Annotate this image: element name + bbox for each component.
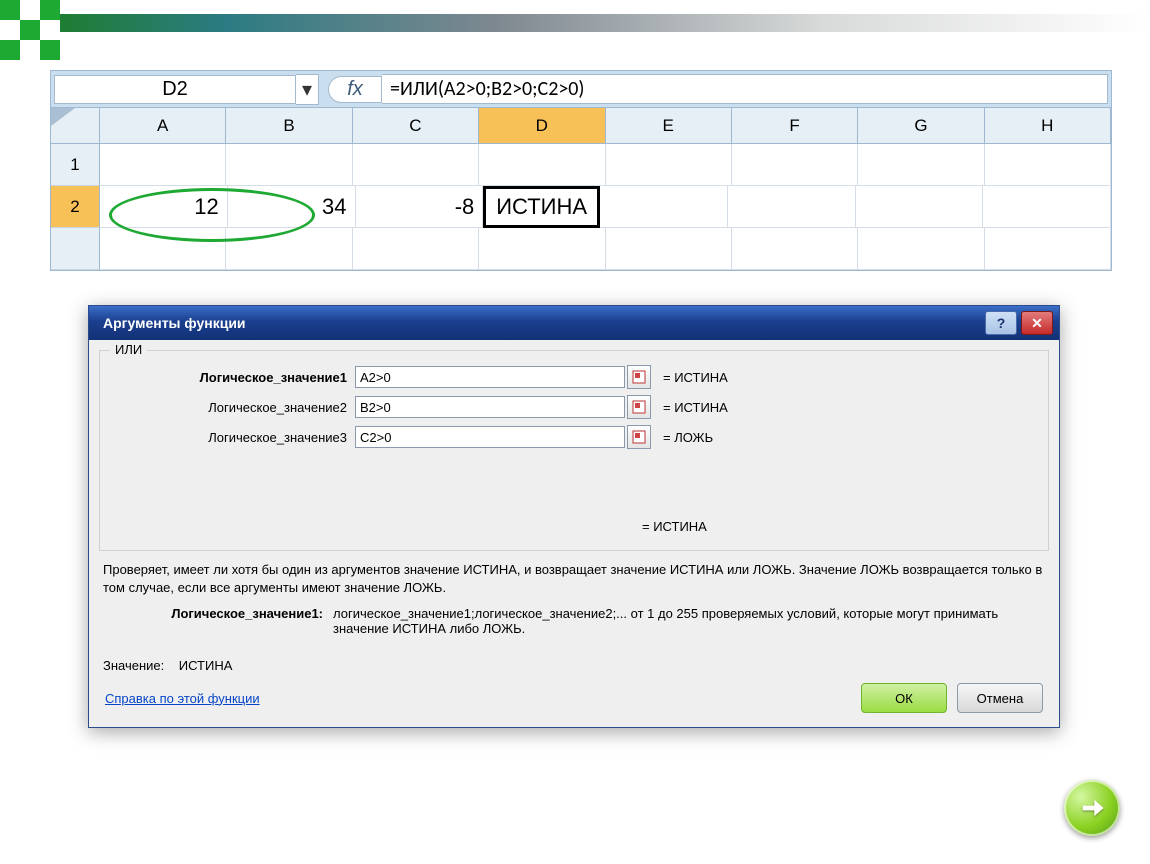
deco-square — [40, 0, 60, 20]
cell[interactable] — [226, 228, 352, 270]
hint-text: логическое_значение1;логическое_значение… — [333, 606, 1045, 636]
cell[interactable] — [732, 144, 858, 186]
col-header[interactable]: E — [606, 108, 732, 144]
cell[interactable] — [606, 144, 732, 186]
grid: 1 2 12 34 -8 ИСТИНА — [51, 144, 1111, 270]
cell[interactable] — [100, 228, 226, 270]
deco-square — [0, 40, 20, 60]
cell[interactable] — [856, 186, 984, 228]
row: 1 — [51, 144, 1111, 186]
col-header[interactable]: H — [985, 108, 1111, 144]
cell[interactable] — [985, 228, 1111, 270]
cell[interactable] — [732, 228, 858, 270]
argument-input[interactable] — [355, 426, 625, 448]
cell[interactable] — [728, 186, 856, 228]
cell-C2[interactable]: -8 — [356, 186, 484, 228]
fx-icon: fx — [335, 78, 375, 101]
argument-input[interactable] — [355, 366, 625, 388]
row-header[interactable] — [51, 228, 100, 270]
cell[interactable] — [985, 144, 1111, 186]
cell-A2[interactable]: 12 — [100, 186, 228, 228]
argument-row: Логическое_значение3 = ЛОЖЬ — [112, 425, 1036, 449]
function-name: ИЛИ — [110, 342, 147, 357]
argument-label: Логическое_значение3 — [112, 430, 355, 445]
arrow-right-icon — [1078, 794, 1106, 822]
column-headers: A B C D E F G H — [51, 108, 1111, 144]
row-header[interactable]: 1 — [51, 144, 100, 186]
cell[interactable] — [226, 144, 352, 186]
cell[interactable] — [100, 144, 226, 186]
range-selector-icon — [632, 400, 646, 414]
value: ИСТИНА — [179, 658, 233, 673]
close-button[interactable]: ✕ — [1021, 311, 1053, 335]
dialog-body: ИЛИ Логическое_значение1 = ИСТИНА Логиче… — [99, 350, 1049, 551]
argument-row: Логическое_значение1 = ИСТИНА — [112, 365, 1036, 389]
value-row: Значение: ИСТИНА — [103, 658, 1045, 673]
name-box[interactable]: D2 — [54, 75, 296, 104]
select-all-corner[interactable] — [51, 108, 100, 144]
function-help-link[interactable]: Справка по этой функции — [105, 691, 260, 706]
cell[interactable] — [858, 144, 984, 186]
cell[interactable] — [606, 228, 732, 270]
cell[interactable] — [983, 186, 1111, 228]
fx-button[interactable]: fx — [328, 76, 382, 103]
hint-label: Логическое_значение1: — [103, 606, 333, 636]
argument-eval: = ИСТИНА — [663, 370, 728, 385]
formula-input[interactable]: =ИЛИ(A2>0;B2>0;C2>0) — [382, 74, 1108, 104]
help-icon: ? — [997, 315, 1006, 331]
col-header[interactable]: G — [858, 108, 984, 144]
cancel-button[interactable]: Отмена — [957, 683, 1043, 713]
formula-bar: D2 ▾ fx =ИЛИ(A2>0;B2>0;C2>0) — [51, 71, 1111, 108]
col-header[interactable]: D — [479, 108, 605, 144]
spreadsheet-panel: D2 ▾ fx =ИЛИ(A2>0;B2>0;C2>0) A B C D E F… — [50, 70, 1112, 271]
ok-button[interactable]: ОК — [861, 683, 947, 713]
cell[interactable] — [600, 186, 728, 228]
range-selector-icon — [632, 430, 646, 444]
deco-square — [40, 40, 60, 60]
next-slide-button[interactable] — [1064, 780, 1120, 836]
argument-label: Логическое_значение2 — [112, 400, 355, 415]
col-header[interactable]: B — [226, 108, 352, 144]
argument-label: Логическое_значение1 — [112, 370, 355, 385]
row: 2 12 34 -8 ИСТИНА — [51, 186, 1111, 228]
help-button[interactable]: ? — [985, 311, 1017, 335]
cell-D2[interactable]: ИСТИНА — [483, 186, 600, 228]
deco-square — [0, 0, 20, 20]
argument-eval: = ЛОЖЬ — [663, 430, 713, 445]
col-header[interactable]: A — [100, 108, 226, 144]
range-selector-icon — [632, 370, 646, 384]
name-box-dropdown[interactable]: ▾ — [296, 74, 319, 105]
cancel-label: Отмена — [977, 691, 1024, 706]
cell[interactable] — [353, 228, 479, 270]
col-header[interactable]: C — [353, 108, 479, 144]
dialog-title: Аргументы функции — [103, 315, 246, 331]
deco-square — [20, 20, 40, 40]
dialog-footer: Справка по этой функции ОК Отмена — [89, 679, 1059, 727]
range-selector-button[interactable] — [627, 395, 651, 419]
argument-hint: Логическое_значение1: логическое_значени… — [103, 606, 1045, 636]
cell[interactable] — [858, 228, 984, 270]
function-description: Проверяет, имеет ли хотя бы один из аргу… — [103, 561, 1045, 596]
cell[interactable] — [353, 144, 479, 186]
cell-B2[interactable]: 34 — [228, 186, 356, 228]
ok-label: ОК — [895, 691, 913, 706]
argument-input[interactable] — [355, 396, 625, 418]
row — [51, 228, 1111, 270]
result: = ИСТИНА — [642, 519, 1036, 534]
row-header[interactable]: 2 — [51, 186, 100, 228]
cell[interactable] — [479, 228, 605, 270]
dialog-titlebar[interactable]: Аргументы функции ? ✕ — [89, 306, 1059, 340]
range-selector-button[interactable] — [627, 425, 651, 449]
deco-strip — [60, 14, 1150, 32]
value-label: Значение: — [103, 658, 164, 673]
col-header[interactable]: F — [732, 108, 858, 144]
range-selector-button[interactable] — [627, 365, 651, 389]
argument-row: Логическое_значение2 = ИСТИНА — [112, 395, 1036, 419]
function-arguments-dialog: Аргументы функции ? ✕ ИЛИ Логическое_зна… — [88, 305, 1060, 728]
argument-eval: = ИСТИНА — [663, 400, 728, 415]
cell[interactable] — [479, 144, 605, 186]
close-icon: ✕ — [1031, 315, 1043, 332]
